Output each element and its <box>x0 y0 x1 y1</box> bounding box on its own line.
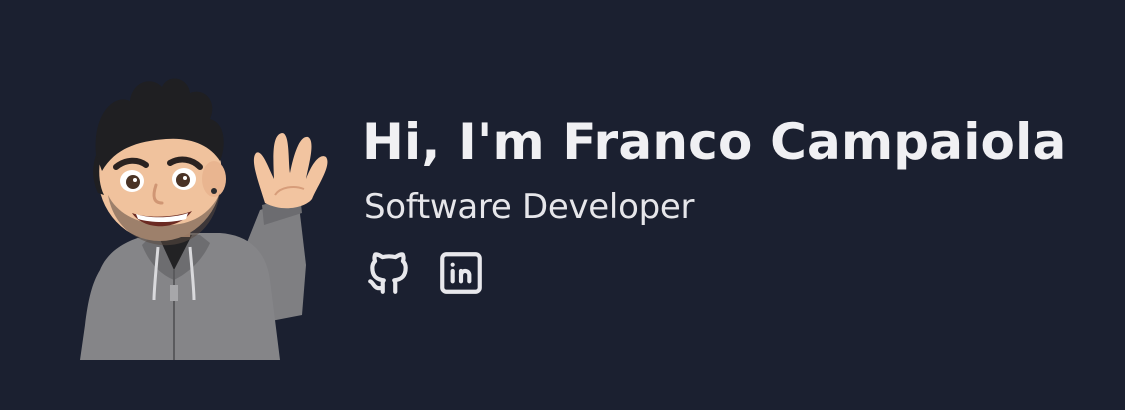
hero-section: Hi, I'm Franco Campaiola Software Develo… <box>0 0 1125 410</box>
github-icon <box>368 252 408 294</box>
waving-memoji-avatar <box>80 78 328 360</box>
social-links <box>364 248 1102 298</box>
page-title: Hi, I'm Franco Campaiola <box>362 113 1067 171</box>
intro-block: Hi, I'm Franco Campaiola Software Develo… <box>362 110 1102 298</box>
avatar <box>70 75 335 360</box>
linkedin-link[interactable] <box>436 248 486 298</box>
github-link[interactable] <box>364 248 414 298</box>
linkedin-icon <box>440 252 482 294</box>
subtitle-role: Software Developer <box>364 187 695 227</box>
